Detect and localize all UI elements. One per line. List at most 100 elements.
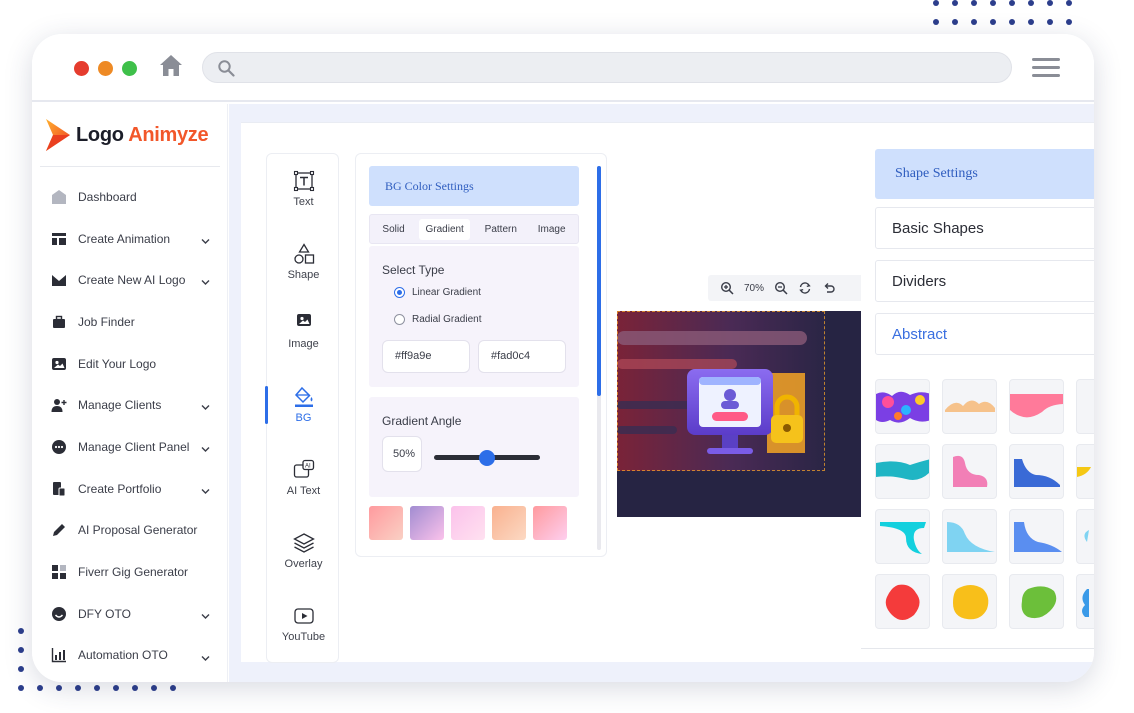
canvas-preview[interactable]	[617, 311, 861, 517]
gradient-preset-swatch[interactable]	[369, 506, 403, 540]
abstract-shape-tile[interactable]	[875, 509, 930, 564]
address-bar[interactable]	[202, 52, 1012, 83]
tool-label: Overlay	[284, 558, 323, 570]
sidebar: Logo Animyze Dashboard Create Animation Cr…	[32, 104, 228, 682]
tool-label: AI Text	[286, 485, 321, 497]
sidebar-item-automation-oto[interactable]: Automation OTO	[32, 635, 228, 677]
gradient-angle-input[interactable]: 50%	[382, 436, 422, 472]
gradient-preset-swatch[interactable]	[492, 506, 526, 540]
chevron-down-icon[interactable]	[201, 608, 210, 619]
tool-ai-text[interactable]: AI AI Text	[267, 459, 340, 497]
sidebar-item-create-portfolio[interactable]: Create Portfolio	[32, 468, 228, 510]
ai-text-icon: AI	[293, 459, 315, 481]
abstract-shape-tile[interactable]	[942, 444, 997, 499]
abstract-shape-tile[interactable]	[875, 444, 930, 499]
portfolio-icon	[50, 480, 67, 497]
tab-solid[interactable]: Solid	[376, 219, 410, 240]
tool-overlay[interactable]: Overlay	[267, 532, 340, 570]
sidebar-item-create-new-ai-logo[interactable]: Create New AI Logo	[32, 259, 228, 301]
abstract-shape-tile[interactable]	[1009, 444, 1064, 499]
chevron-down-icon[interactable]	[201, 441, 210, 453]
sidebar-item-create-animation[interactable]: Create Animation	[32, 218, 228, 260]
chevron-down-icon[interactable]	[201, 483, 210, 494]
abstract-shape-tile[interactable]	[942, 574, 997, 629]
tool-youtube[interactable]: YouTube	[267, 605, 340, 643]
selection-box[interactable]	[617, 311, 825, 471]
chevron-down-icon[interactable]	[201, 233, 210, 244]
undo-icon[interactable]	[822, 281, 836, 295]
gradient-preset-swatch[interactable]	[533, 506, 567, 540]
user-plus-icon	[50, 397, 67, 414]
zoom-out-icon[interactable]	[774, 281, 788, 295]
sidebar-item-manage-client-panel[interactable]: Manage Client Panel	[32, 426, 228, 468]
gradient-angle-slider[interactable]	[434, 450, 540, 466]
select-type-label: Select Type	[382, 263, 445, 277]
abstract-shape-tile[interactable]	[942, 379, 997, 434]
abstract-shape-tile[interactable]	[1076, 574, 1094, 629]
tool-label: Shape	[287, 269, 320, 281]
shape-section-dividers[interactable]: Dividers	[875, 260, 1094, 302]
abstract-shape-tile[interactable]	[875, 574, 930, 629]
sidebar-item-label: AI Proposal Generator	[78, 523, 198, 538]
sidebar-item-label: Create New AI Logo	[78, 273, 186, 288]
minimize-window-dot[interactable]	[98, 61, 113, 76]
abstract-shape-6	[953, 455, 988, 487]
abstract-shape-14	[953, 585, 989, 620]
sidebar-item-label: Manage Client Panel	[78, 439, 190, 454]
text-icon	[293, 170, 315, 192]
abstract-shape-tile[interactable]	[1009, 509, 1064, 564]
sidebar-item-job-finder[interactable]: Job Finder	[32, 301, 228, 343]
sidebar-item-edit-your-logo[interactable]: Edit Your Logo	[32, 343, 228, 385]
radio-linear-gradient[interactable]: Linear Gradient	[394, 285, 554, 299]
abstract-shape-tile[interactable]	[1076, 444, 1094, 499]
abstract-shape-tile[interactable]	[1076, 509, 1094, 564]
shape-section-abstract[interactable]: Abstract	[875, 313, 1094, 355]
hamburger-menu-icon[interactable]	[1032, 58, 1060, 78]
brand-logo[interactable]: Logo Animyze	[42, 116, 209, 154]
zoom-in-icon[interactable]	[720, 281, 734, 295]
sidebar-item-ai-proposal-generator[interactable]: AI Proposal Generator	[32, 510, 228, 552]
tool-text[interactable]: Text	[267, 170, 340, 208]
sidebar-item-manage-clients[interactable]: Manage Clients	[32, 384, 228, 426]
radio-button[interactable]	[394, 286, 405, 298]
bg-type-tabs: Solid Gradient Pattern Image	[369, 214, 579, 244]
youtube-icon	[293, 605, 315, 627]
shape-section-basic-shapes[interactable]: Basic Shapes	[875, 207, 1094, 249]
chat-icon	[50, 438, 67, 455]
panel-scrollbar-thumb[interactable]	[597, 166, 601, 396]
close-window-dot[interactable]	[74, 61, 89, 76]
layers-icon	[292, 532, 315, 554]
tool-bg[interactable]: BG	[267, 386, 340, 424]
tab-pattern[interactable]: Pattern	[479, 219, 523, 240]
slider-thumb[interactable]	[479, 450, 495, 466]
shape-panel-title: Shape Settings	[875, 149, 1094, 199]
maximize-window-dot[interactable]	[122, 61, 137, 76]
home-icon[interactable]	[158, 53, 184, 79]
radio-radial-gradient[interactable]: Radial Gradient	[394, 312, 554, 326]
abstract-shape-8	[1077, 467, 1091, 477]
chevron-down-icon[interactable]	[201, 274, 210, 286]
abstract-shape-tile[interactable]	[1076, 379, 1094, 434]
tab-gradient[interactable]: Gradient	[419, 218, 470, 240]
abstract-shape-tile[interactable]	[875, 379, 930, 434]
sidebar-item-fiverr-gig-generator[interactable]: Fiverr Gig Generator	[32, 551, 228, 593]
reset-zoom-icon[interactable]	[798, 281, 812, 295]
gradient-preset-swatch[interactable]	[451, 506, 485, 540]
sidebar-item-dfy-oto[interactable]: DFY OTO	[32, 593, 228, 635]
abstract-shape-tile[interactable]	[1009, 574, 1064, 629]
tool-image[interactable]: Image	[267, 312, 340, 350]
chevron-down-icon[interactable]	[201, 399, 210, 411]
abstract-shape-tile[interactable]	[1009, 379, 1064, 434]
tab-image[interactable]: Image	[532, 219, 572, 240]
tool-shape[interactable]: Shape	[267, 243, 340, 281]
sidebar-item-dashboard[interactable]: Dashboard	[32, 176, 228, 218]
radio-button[interactable]	[394, 313, 405, 325]
panel-scrollbar[interactable]	[597, 166, 601, 550]
shape-settings-panel: Shape Settings Basic Shapes Dividers Abstr…	[861, 143, 1094, 651]
tool-rail: Text Shape Image BG AI AI Text Overlay YouTube	[265, 153, 340, 663]
abstract-shape-tile[interactable]	[942, 509, 997, 564]
gradient-color-1-input[interactable]: #ff9a9e	[382, 340, 470, 373]
chevron-down-icon[interactable]	[201, 650, 210, 661]
gradient-color-2-input[interactable]: #fad0c4	[478, 340, 566, 373]
gradient-preset-swatch[interactable]	[410, 506, 444, 540]
